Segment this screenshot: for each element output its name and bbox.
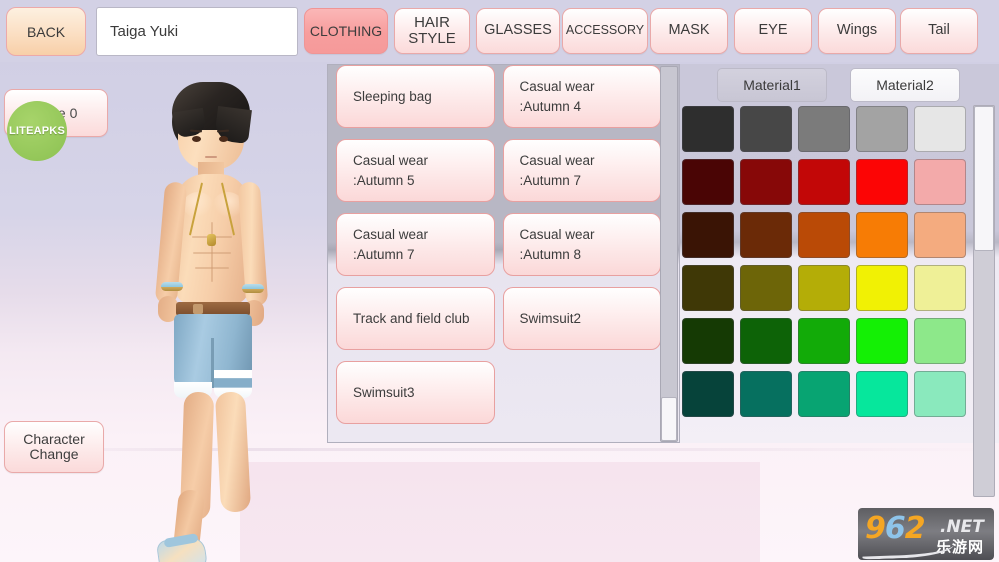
color-swatch[interactable]	[740, 106, 792, 152]
clothing-list-scroll-thumb[interactable]	[661, 397, 677, 441]
leg-right	[214, 391, 252, 513]
color-swatch[interactable]	[682, 318, 734, 364]
tab-wings-label: Wings	[836, 22, 878, 39]
clothing-item[interactable]: Track and field club	[336, 287, 495, 350]
eye-left	[192, 136, 201, 142]
color-swatch[interactable]	[856, 371, 908, 417]
tab-glasses-label: GLASSES	[484, 22, 552, 39]
tab-hair-style-label: HAIR STYLE	[408, 15, 456, 47]
tab-material2-label: Material2	[876, 77, 934, 93]
color-swatch[interactable]	[798, 159, 850, 205]
color-swatch[interactable]	[798, 212, 850, 258]
clothing-item[interactable]: Casual wear :Autumn 4	[502, 65, 661, 128]
color-panel-scroll-thumb[interactable]	[974, 106, 994, 251]
color-swatch[interactable]	[740, 212, 792, 258]
color-swatch[interactable]	[682, 371, 734, 417]
clothing-item[interactable]: Swimsuit3	[336, 361, 495, 424]
top-toolbar: BACK Taiga Yuki CLOTHING HAIR STYLE GLAS…	[0, 0, 999, 62]
liteapks-badge-label: LITEAPKS	[9, 125, 65, 137]
color-swatch[interactable]	[856, 106, 908, 152]
color-panel-scrollbar[interactable]	[973, 105, 995, 497]
tab-clothing[interactable]: CLOTHING	[304, 5, 388, 57]
clothing-list-scrollbar[interactable]	[660, 66, 678, 442]
tab-glasses[interactable]: GLASSES	[476, 5, 560, 57]
tab-tail[interactable]: Tail	[900, 5, 978, 57]
back-button-label: BACK	[26, 23, 66, 40]
character-change-line1: Character	[23, 431, 85, 448]
tab-clothing-label: CLOTHING	[309, 22, 383, 39]
clothing-item[interactable]: Sleeping bag	[336, 65, 495, 128]
color-swatch[interactable]	[682, 106, 734, 152]
color-swatch[interactable]	[914, 106, 966, 152]
color-swatch-grid	[680, 106, 966, 417]
tab-eye-label: EYE	[758, 22, 788, 39]
color-swatch[interactable]	[856, 318, 908, 364]
tab-material1[interactable]: Material1	[717, 68, 827, 102]
tab-wings[interactable]: Wings	[818, 5, 896, 57]
eye-right	[219, 136, 228, 142]
character-change-line2: Change	[29, 446, 79, 462]
tab-hair-style-line1: HAIR	[414, 14, 450, 32]
tab-accessory[interactable]: ACCESSORY	[562, 5, 648, 57]
site-watermark: 962 .NET 乐游网	[858, 508, 994, 560]
color-swatch[interactable]	[856, 212, 908, 258]
necklace-pendant	[207, 234, 216, 246]
color-swatch[interactable]	[798, 371, 850, 417]
material-color-panel: Material1 Material2	[680, 64, 999, 497]
color-swatch[interactable]	[798, 265, 850, 311]
character-name-value: Taiga Yuki	[110, 23, 179, 40]
liteapks-watermark-badge: LITEAPKS	[7, 101, 67, 161]
character-change-label: Character Change	[23, 432, 84, 461]
wristband-right	[242, 284, 264, 293]
color-swatch[interactable]	[740, 265, 792, 311]
clothing-item[interactable]: Casual wear :Autumn 5	[336, 139, 495, 202]
clothing-items-grid: Sleeping bag Casual wear :Autumn 4 Casual …	[336, 65, 661, 440]
color-swatch[interactable]	[914, 265, 966, 311]
color-swatch[interactable]	[682, 159, 734, 205]
tab-accessory-label: ACCESSORY	[565, 23, 645, 38]
color-swatch[interactable]	[914, 371, 966, 417]
abs-line-2	[193, 252, 231, 254]
clothing-item[interactable]: Casual wear :Autumn 7	[336, 213, 495, 276]
wristband-left	[161, 282, 183, 291]
clothing-item[interactable]: Casual wear :Autumn 8	[502, 213, 661, 276]
character-model[interactable]	[120, 70, 350, 562]
tab-mask-label: MASK	[668, 22, 710, 39]
belt-buckle	[193, 304, 203, 314]
color-swatch[interactable]	[798, 318, 850, 364]
tab-mask[interactable]: MASK	[650, 5, 728, 57]
clothing-item[interactable]: Casual wear :Autumn 7	[502, 139, 661, 202]
clothing-list-panel: Sleeping bag Casual wear :Autumn 4 Casual …	[327, 64, 680, 443]
color-swatch[interactable]	[682, 212, 734, 258]
color-swatch[interactable]	[856, 159, 908, 205]
color-swatch[interactable]	[740, 318, 792, 364]
color-swatch[interactable]	[740, 371, 792, 417]
mouth	[205, 156, 217, 158]
character-change-button[interactable]: Character Change	[4, 418, 104, 476]
tab-tail-label: Tail	[928, 22, 950, 39]
tab-hair-style[interactable]: HAIR STYLE	[394, 5, 470, 57]
tab-hair-style-line2: STYLE	[408, 30, 456, 47]
tab-material1-label: Material1	[743, 77, 801, 93]
tab-eye[interactable]: EYE	[734, 5, 812, 57]
color-swatch[interactable]	[914, 212, 966, 258]
color-swatch[interactable]	[682, 265, 734, 311]
color-swatch[interactable]	[914, 318, 966, 364]
back-button[interactable]: BACK	[6, 7, 86, 56]
watermark-suffix: .NET	[940, 517, 984, 537]
character-name-input[interactable]: Taiga Yuki	[96, 7, 298, 56]
color-swatch[interactable]	[914, 159, 966, 205]
color-swatch[interactable]	[740, 159, 792, 205]
tab-material2[interactable]: Material2	[850, 68, 960, 102]
abs-line-3	[195, 267, 229, 269]
color-swatch[interactable]	[856, 265, 908, 311]
color-swatch[interactable]	[798, 106, 850, 152]
clothing-item[interactable]: Swimsuit2	[502, 287, 661, 350]
